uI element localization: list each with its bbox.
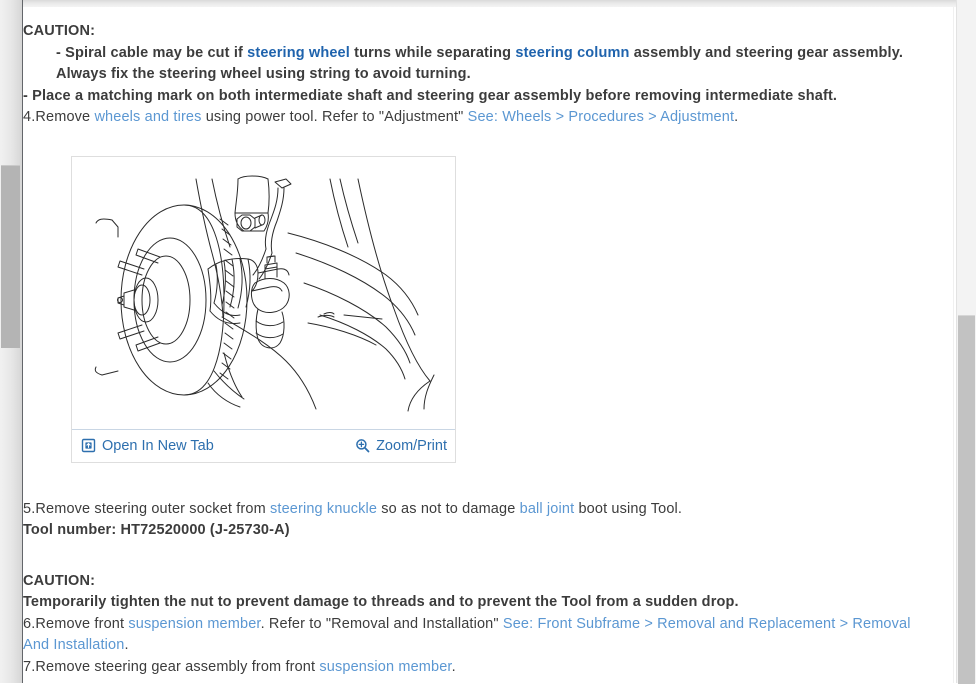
caution-bullet-1-mid: turns while separating [349,44,516,61]
step-5: 5.Remove steering outer socket from stee… [23,499,933,521]
page-scrollbar-right-thumb[interactable] [958,315,975,684]
caution-heading-top: CAUTION: [23,23,96,39]
link-steering-knuckle[interactable]: steering knuckle [270,501,377,517]
caution-bullet-1-prefix: - Spiral cable may be cut if [56,44,248,61]
step-7: 7.Remove steering gear assembly from fro… [23,657,933,679]
step-7-period: . [451,658,456,675]
figure-toolbar: Open In New Tab Zoom/Print [72,428,455,462]
caution-bullet-1: - Spiral cable may be cut if steering wh… [23,43,933,86]
step-4-period: . [734,109,739,125]
page-scrollbar-left[interactable] [0,0,23,683]
open-in-new-tab-label: Open In New Tab [102,437,214,454]
caution-heading-bottom: CAUTION: [23,572,96,589]
top-clipped-strip [0,0,976,7]
suspension-knuckle-diagram [72,156,455,429]
link-ball-joint[interactable]: ball joint [520,501,575,517]
link-wheels-and-tires[interactable]: wheels and tires [94,109,201,125]
page-scrollbar-right[interactable] [956,0,976,684]
zoom-print-button[interactable]: Zoom/Print [355,438,447,454]
zoom-print-label: Zoom/Print [376,437,447,454]
magnifier-plus-icon [355,438,370,453]
caution-bullet-2: - Place a matching mark on both intermed… [23,87,838,104]
step-6-period: . [124,637,129,653]
link-see-wheels-procedures-adjustment[interactable]: See: Wheels > Procedures > Adjustment [468,109,735,125]
step-5-text-b: so as not to damage [377,500,520,517]
step-5-text-a: Remove steering outer socket from [35,500,270,517]
figure-container: Open In New Tab Zoom/Print [71,155,456,463]
step-5-text-c: boot using Tool. [574,500,683,517]
open-in-new-tab-button[interactable]: Open In New Tab [81,438,214,454]
step-6-number: 6. [23,615,36,632]
open-in-new-tab-icon [81,438,96,453]
step-4: 4.Remove wheels and tires using power to… [23,107,933,129]
browser-viewport: CAUTION: - Spiral cable may be cut if st… [0,0,976,684]
document-content: CAUTION: - Spiral cable may be cut if st… [23,7,933,678]
link-steering-wheel[interactable]: steering wheel [247,45,350,61]
step-6-text-b: . Refer to "Removal and Installation" [260,615,503,632]
step-7-text-a: Remove steering gear assembly from front [35,658,320,675]
step-5-number: 5. [23,500,36,517]
link-steering-column[interactable]: steering column [515,45,629,61]
service-manual-document: CAUTION: - Spiral cable may be cut if st… [23,7,956,683]
step-6-text-a: Remove front [35,615,129,632]
step-7-number: 7. [23,658,36,675]
link-suspension-member-7[interactable]: suspension member [319,659,451,675]
step-4-text-b: using power tool. Refer to "Adjustment" [201,109,468,125]
caution-text-bottom: Temporarily tighten the nut to prevent d… [23,594,739,610]
document-right-edge [953,7,956,683]
link-suspension-member-6[interactable]: suspension member [128,616,260,632]
tool-number: Tool number: HT72520000 (J-25730-A) [23,522,290,538]
step-4-number: 4. [23,109,36,125]
step-4-text-a: Remove [35,109,95,125]
step-6: 6.Remove front suspension member. Refer … [23,614,933,657]
page-scrollbar-left-thumb[interactable] [1,165,20,348]
